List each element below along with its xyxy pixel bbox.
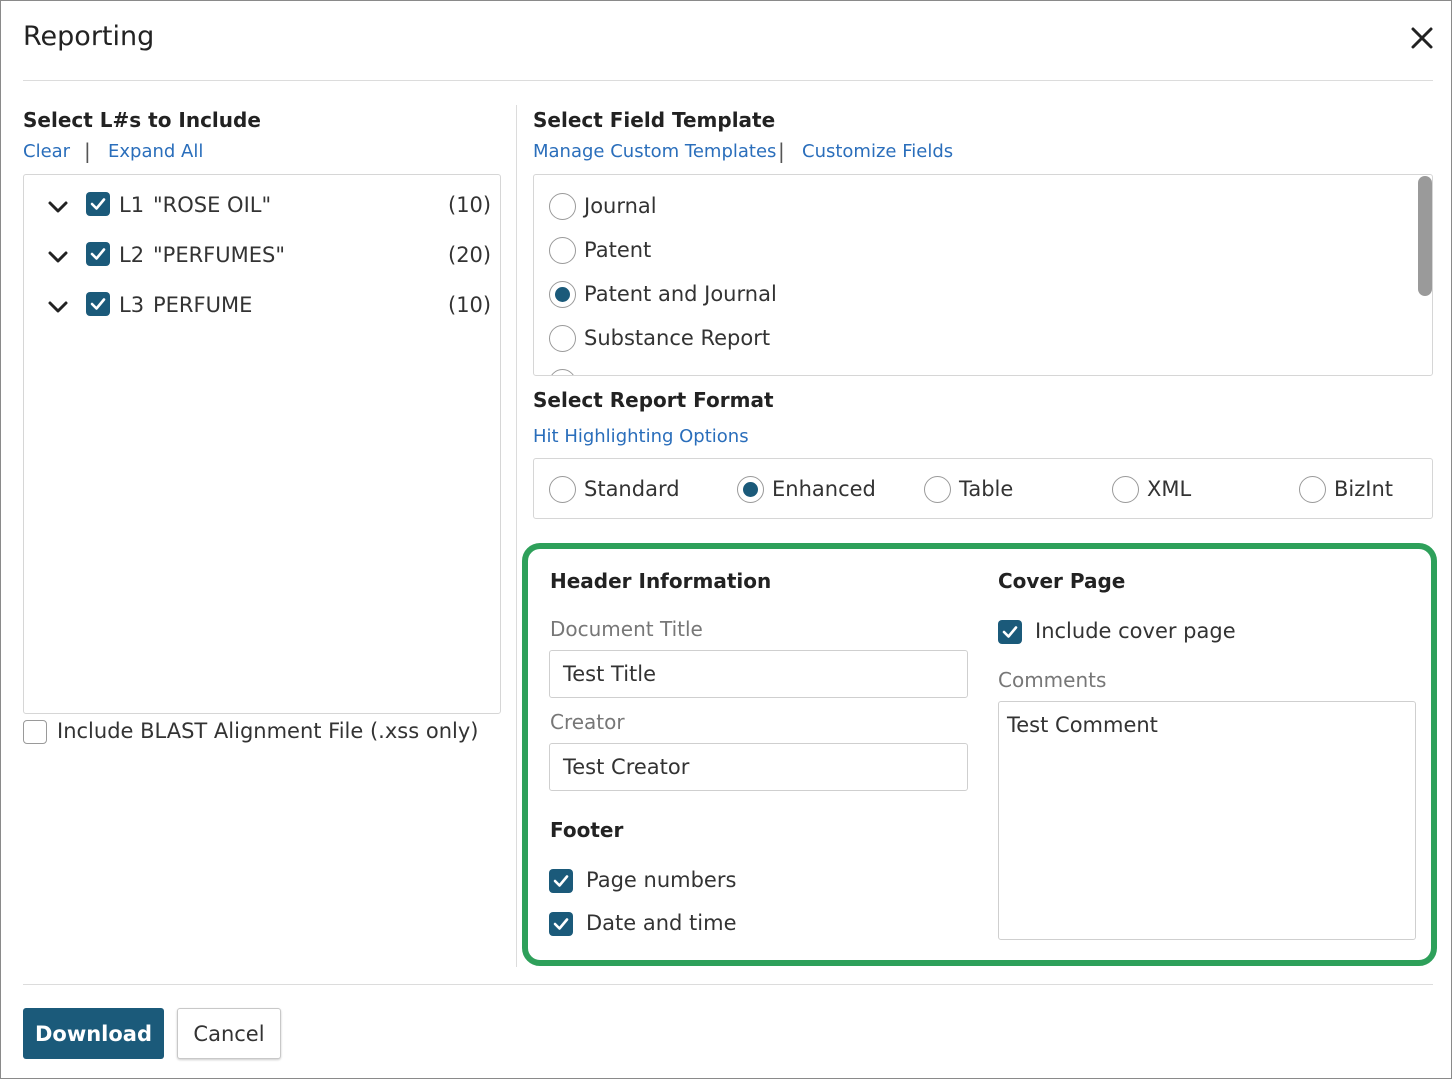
header-info-heading: Header Information — [550, 569, 772, 593]
footer-divider — [23, 984, 1433, 985]
l1-name: "ROSE OIL" — [153, 193, 272, 217]
standard-radio[interactable] — [549, 476, 576, 503]
checkmark-icon — [90, 248, 106, 260]
patent-label: Patent — [584, 238, 652, 262]
title-divider — [23, 80, 1433, 81]
date-time-label: Date and time — [586, 911, 737, 935]
enhanced-label: Enhanced — [772, 477, 876, 501]
date-time-checkbox[interactable] — [549, 912, 573, 936]
table-radio[interactable] — [924, 476, 951, 503]
l-number-list: L1 "ROSE OIL" (10) L2 "PERFUMES" (20) L3… — [23, 174, 501, 714]
journal-radio[interactable] — [549, 193, 576, 220]
link-separator: | — [778, 139, 785, 163]
xml-label: XML — [1147, 477, 1192, 501]
patent-radio[interactable] — [549, 237, 576, 264]
include-cover-checkbox[interactable] — [998, 620, 1022, 644]
xml-radio[interactable] — [1112, 476, 1139, 503]
l2-count: (20) — [448, 243, 492, 267]
checkmark-icon — [90, 198, 106, 210]
l1-count: (10) — [448, 193, 492, 217]
include-cover-label: Include cover page — [1035, 619, 1236, 643]
l1-checkbox[interactable] — [86, 192, 110, 216]
partial-radio[interactable] — [549, 369, 576, 375]
hit-highlighting-link[interactable]: Hit Highlighting Options — [533, 426, 749, 447]
checkmark-icon — [90, 298, 106, 310]
cancel-button[interactable]: Cancel — [177, 1008, 281, 1059]
standard-label: Standard — [584, 477, 680, 501]
report-format-heading: Select Report Format — [533, 388, 774, 412]
table-label: Table — [959, 477, 1014, 501]
comments-label: Comments — [998, 668, 1107, 692]
expand-all-link[interactable]: Expand All — [108, 141, 203, 162]
field-template-list: Journal Patent Patent and Journal Substa… — [533, 174, 1433, 376]
l3-name: PERFUME — [153, 293, 253, 317]
journal-label: Journal — [584, 194, 657, 218]
template-scrollbar[interactable] — [1418, 176, 1432, 296]
download-button[interactable]: Download — [23, 1008, 164, 1059]
manage-templates-link[interactable]: Manage Custom Templates — [533, 141, 776, 162]
l1-id: L1 — [119, 193, 145, 217]
cover-page-heading: Cover Page — [998, 569, 1126, 593]
checkmark-icon — [1002, 626, 1018, 638]
creator-input[interactable]: Test Creator — [549, 743, 968, 791]
bizint-radio[interactable] — [1299, 476, 1326, 503]
report-format-options: Standard Enhanced Table XML BizInt — [533, 458, 1433, 519]
checkmark-icon — [553, 875, 569, 887]
clear-link[interactable]: Clear — [23, 141, 70, 162]
checkmark-icon — [553, 918, 569, 930]
chevron-down-icon[interactable] — [46, 195, 70, 219]
substance-report-radio[interactable] — [549, 325, 576, 352]
comments-textarea[interactable]: Test Comment — [998, 701, 1416, 940]
l3-count: (10) — [448, 293, 492, 317]
select-l-heading: Select L#s to Include — [23, 108, 261, 132]
substance-report-label: Substance Report — [584, 326, 771, 350]
l3-id: L3 — [119, 293, 145, 317]
dialog-title: Reporting — [23, 21, 155, 52]
page-numbers-label: Page numbers — [586, 868, 737, 892]
page-numbers-checkbox[interactable] — [549, 869, 573, 893]
chevron-down-icon[interactable] — [46, 295, 70, 319]
blast-label: Include BLAST Alignment File (.xss only) — [57, 719, 479, 743]
document-title-input[interactable]: Test Title — [549, 650, 968, 698]
patent-journal-label: Patent and Journal — [584, 282, 777, 306]
document-title-label: Document Title — [550, 617, 703, 641]
customize-fields-link[interactable]: Customize Fields — [802, 141, 953, 162]
close-icon[interactable] — [1405, 21, 1439, 55]
enhanced-radio[interactable] — [737, 476, 764, 503]
l2-checkbox[interactable] — [86, 242, 110, 266]
reporting-dialog: Reporting Select L#s to Include Clear | … — [0, 0, 1452, 1079]
field-template-heading: Select Field Template — [533, 108, 776, 132]
column-divider — [516, 105, 517, 967]
link-separator: | — [84, 139, 91, 163]
l3-checkbox[interactable] — [86, 292, 110, 316]
chevron-down-icon[interactable] — [46, 245, 70, 269]
bizint-label: BizInt — [1334, 477, 1394, 501]
footer-heading: Footer — [550, 818, 624, 842]
patent-journal-radio[interactable] — [549, 281, 576, 308]
l2-name: "PERFUMES" — [153, 243, 286, 267]
blast-checkbox[interactable] — [23, 720, 47, 744]
l2-id: L2 — [119, 243, 145, 267]
creator-label: Creator — [550, 710, 625, 734]
